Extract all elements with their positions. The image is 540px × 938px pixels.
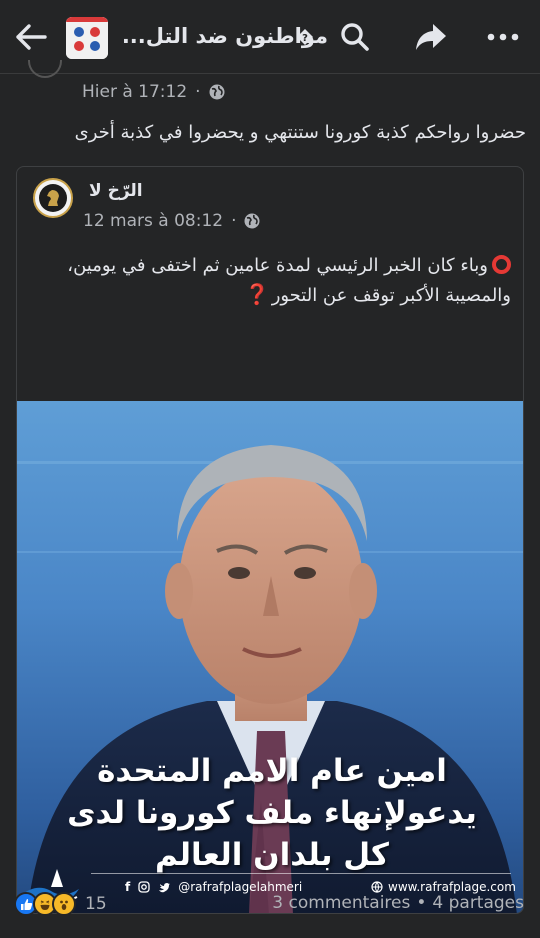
image-website: www.rafrafplage.com [371,880,516,894]
image-footer-divider [91,873,511,874]
wow-reaction-icon [52,892,76,916]
caption-line-2: يدعولإنهاء ملف كورونا لدى [67,795,477,831]
globe-icon [209,84,225,100]
shared-post-meta: 12 mars à 08:12 · [83,211,260,231]
meta-separator: · [195,82,201,102]
caption-line-3: كل بلدان العالم [155,837,389,873]
twitter-icon [159,882,171,892]
instagram-icon [138,881,150,893]
comments-count[interactable]: 3 commentaires [272,893,410,913]
back-arrow-icon [16,24,47,50]
image-caption: امين عام الامم المتحدة يدعولإنهاء ملف كو… [57,750,487,876]
shared-post-text: وباء كان الخبر الرئيسي لمدة عامين ثم اخت… [33,251,511,310]
social-handle: @rafrafplagelahmeri [178,880,303,894]
group-diamond-icon: ? [297,29,313,45]
website-url: www.rafrafplage.com [388,880,516,894]
shared-line-2-text: والمصيبة الأكبر توقف عن التحور [271,285,511,306]
shared-image[interactable]: امين عام الامم المتحدة يدعولإنهاء ملف كو… [17,401,523,913]
group-avatar[interactable] [66,17,108,59]
post-meta: Hier à 17:12 · [82,81,225,103]
shared-line-2: والمصيبة الأكبر توقف عن التحور❓ [33,280,511,310]
poster-avatar[interactable] [28,60,62,78]
share-icon [416,24,446,50]
share-button[interactable] [408,14,454,60]
engagement-counts: 3 commentaires • 4 partages [272,893,524,913]
post-card: Hier à 17:12 · حضروا رواحكم كذبة كورونا … [0,60,540,938]
shares-count[interactable]: 4 partages [432,893,524,913]
shared-author-name[interactable]: الرّخ لا [89,181,143,201]
search-button[interactable] [332,14,378,60]
shared-post[interactable]: الرّخ لا 12 mars à 08:12 · وباء كان الخب… [16,166,524,914]
globe-icon [244,213,260,229]
red-question-mark-icon: ❓ [244,282,270,306]
web-globe-icon [371,881,383,893]
reactions-summary[interactable]: 15 [14,890,107,918]
search-icon [341,23,369,51]
svg-text:?: ? [302,33,308,44]
shared-post-timestamp[interactable]: 12 mars à 08:12 [83,211,223,231]
shared-author-avatar[interactable] [33,178,73,218]
shared-line-1: وباء كان الخبر الرئيسي لمدة عامين ثم اخت… [33,251,511,280]
shared-line-1-text: وباء كان الخبر الرئيسي لمدة عامين ثم اخت… [67,255,488,276]
counts-separator: • [416,893,427,913]
facebook-icon: f [125,880,131,894]
post-timestamp[interactable]: Hier à 17:12 [82,82,187,102]
top-bar: مواطنون ضد التل... ? [0,0,540,74]
back-button[interactable] [8,14,54,60]
red-circle-icon [492,255,511,274]
caption-line-1: امين عام الامم المتحدة [97,753,447,789]
more-options-button[interactable] [480,14,526,60]
knight-logo-icon [39,184,67,212]
reaction-count: 15 [85,894,107,914]
post-text: حضروا رواحكم كذبة كورونا ستنتهي و يحضروا… [74,122,526,143]
image-social-row: f @rafrafplagelahmeri [125,880,302,894]
group-avatar-image [66,17,108,59]
meta-separator: · [231,211,237,231]
more-icon [487,33,519,41]
